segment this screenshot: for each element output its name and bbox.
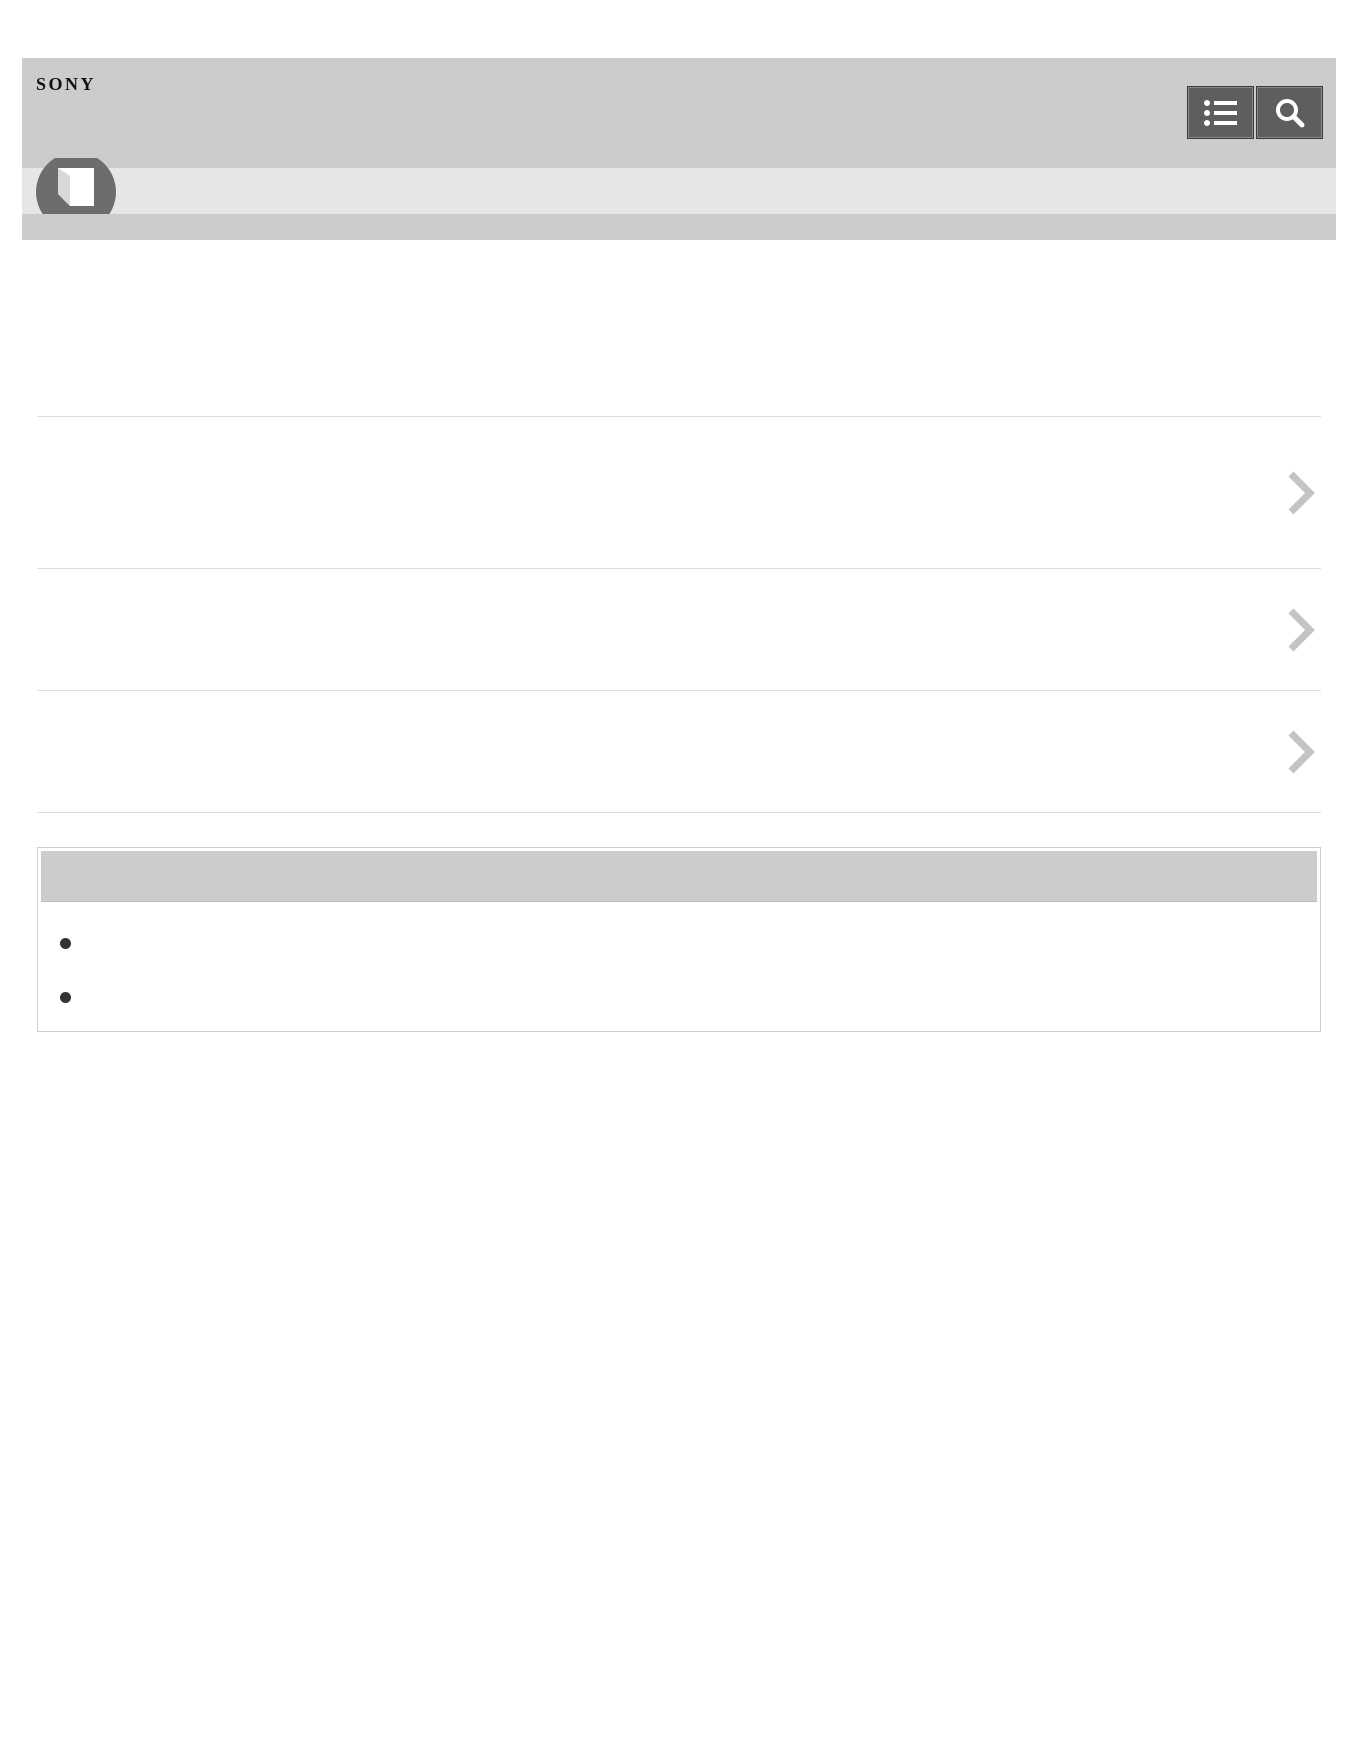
table-of-contents-button[interactable] (1187, 86, 1254, 139)
divider (37, 812, 1321, 813)
chevron-right-icon (1288, 471, 1315, 514)
list-item[interactable] (37, 691, 1321, 812)
chevron-right-icon (1288, 730, 1315, 773)
list-icon (1203, 99, 1237, 126)
note-box-header (41, 851, 1317, 902)
sony-logo: SONY (36, 74, 97, 94)
title-band (22, 214, 1336, 240)
note-item (60, 933, 85, 953)
bullet (60, 991, 71, 1003)
search-button[interactable] (1256, 86, 1323, 139)
bullet (60, 937, 71, 949)
note-item (60, 987, 85, 1007)
header-bar: SONY (22, 58, 1336, 168)
chevron-right-icon (1288, 608, 1315, 651)
breadcrumb-bar (22, 168, 1336, 214)
list-item[interactable] (37, 569, 1321, 690)
book-icon (36, 158, 116, 214)
list-item[interactable] (37, 417, 1321, 568)
note-box (37, 847, 1321, 1032)
search-icon (1275, 98, 1304, 127)
page-title (37, 290, 1321, 330)
header-buttons (1187, 86, 1323, 139)
